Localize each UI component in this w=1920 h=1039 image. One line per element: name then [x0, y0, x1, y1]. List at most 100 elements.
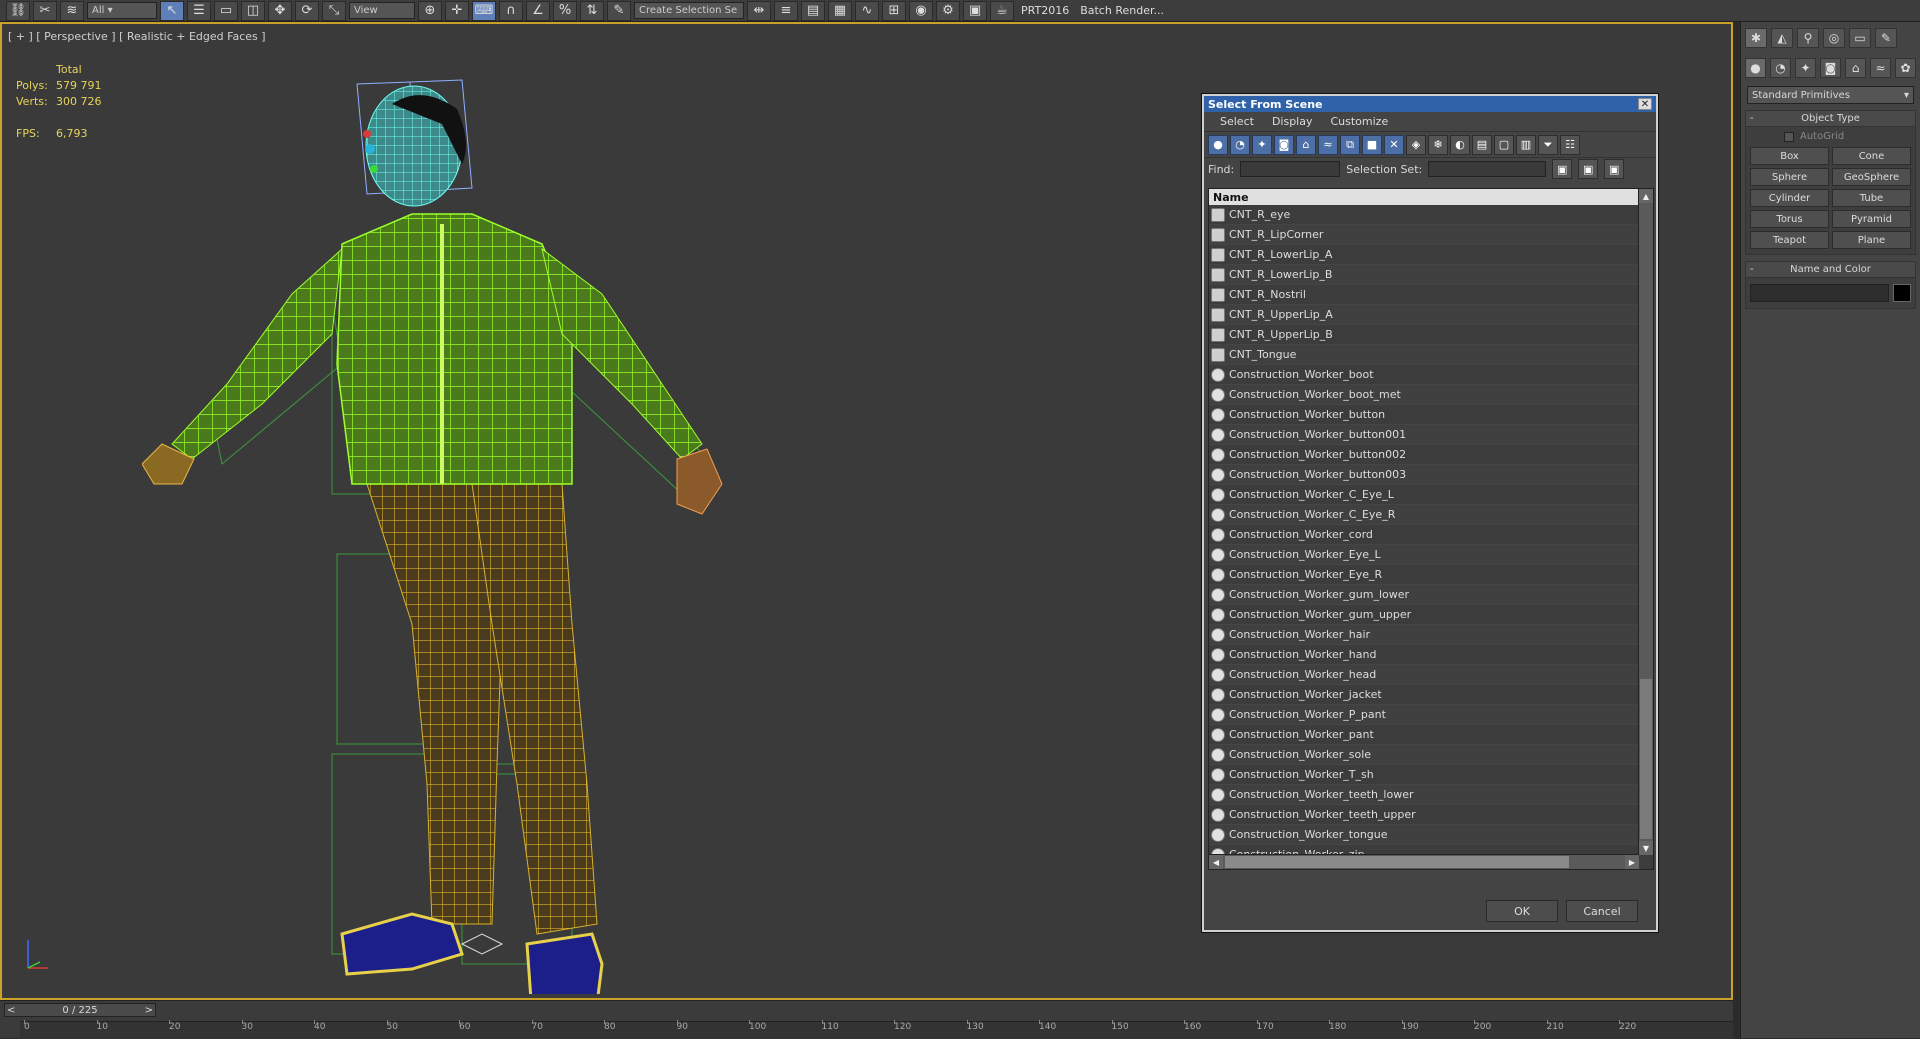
- plane-button[interactable]: Plane: [1832, 231, 1911, 249]
- horizontal-scrollbar[interactable]: ◀ ▶: [1209, 854, 1639, 869]
- list-item[interactable]: Construction_Worker_C_Eye_R: [1209, 505, 1639, 525]
- list-item[interactable]: CNT_R_UpperLip_B: [1209, 325, 1639, 345]
- list-item[interactable]: Construction_Worker_cord: [1209, 525, 1639, 545]
- sphere-button[interactable]: Sphere: [1750, 168, 1829, 186]
- cone-button[interactable]: Cone: [1832, 147, 1911, 165]
- display-bones-icon[interactable]: ✕: [1384, 134, 1404, 155]
- helpers-icon[interactable]: ⌂: [1845, 58, 1866, 78]
- list-item[interactable]: Construction_Worker_head: [1209, 665, 1639, 685]
- spinner-snap-icon[interactable]: ⇅: [580, 0, 604, 21]
- ribbon-icon[interactable]: ▦: [828, 0, 852, 21]
- list-item[interactable]: Construction_Worker_tongue: [1209, 825, 1639, 845]
- percent-snap-icon[interactable]: %: [553, 0, 577, 21]
- menu-customize[interactable]: Customize: [1330, 115, 1388, 128]
- object-category-dropdown[interactable]: Standard Primitives ▾: [1747, 86, 1914, 104]
- modify-tab-icon[interactable]: ◭: [1771, 28, 1793, 48]
- name-column-header[interactable]: Name: [1209, 189, 1639, 205]
- list-item[interactable]: Construction_Worker_sole: [1209, 745, 1639, 765]
- bind-space-warp-icon[interactable]: ≋: [60, 0, 84, 21]
- display-cameras-icon[interactable]: ◙: [1274, 134, 1294, 155]
- pyramid-button[interactable]: Pyramid: [1832, 210, 1911, 228]
- time-slider[interactable]: < 0 / 225 >: [4, 1003, 156, 1017]
- viewport-label[interactable]: [ + ] [ Perspective ] [ Realistic + Edge…: [8, 30, 266, 43]
- rect-selection-icon[interactable]: ▭: [214, 0, 238, 21]
- display-hidden-icon[interactable]: ◐: [1450, 134, 1470, 155]
- list-item[interactable]: Construction_Worker_button002: [1209, 445, 1639, 465]
- torus-button[interactable]: Torus: [1750, 210, 1829, 228]
- manipulate-icon[interactable]: ✛: [445, 0, 469, 21]
- pivot-icon[interactable]: ⊕: [418, 0, 442, 21]
- hierarchy-icon[interactable]: ☷: [1560, 134, 1580, 155]
- next-frame-icon[interactable]: >: [145, 1005, 153, 1016]
- display-xrefs-icon[interactable]: ■: [1362, 134, 1382, 155]
- list-item[interactable]: Construction_Worker_teeth_upper: [1209, 805, 1639, 825]
- select-none-icon[interactable]: ▢: [1494, 134, 1514, 155]
- rotate-icon[interactable]: ⟳: [295, 0, 319, 21]
- vertical-scroll-thumb[interactable]: [1640, 679, 1652, 839]
- align-icon[interactable]: ≡: [774, 0, 798, 21]
- list-item[interactable]: Construction_Worker_Eye_L: [1209, 545, 1639, 565]
- list-item[interactable]: Construction_Worker_button001: [1209, 425, 1639, 445]
- selection-set-edit-icon[interactable]: ▣: [1604, 159, 1625, 179]
- menu-display[interactable]: Display: [1272, 115, 1313, 128]
- list-item[interactable]: Construction_Worker_jacket: [1209, 685, 1639, 705]
- layer-icon[interactable]: ▤: [801, 0, 825, 21]
- list-item[interactable]: Construction_Worker_button: [1209, 405, 1639, 425]
- render-frame-icon[interactable]: ▣: [963, 0, 987, 21]
- list-item[interactable]: CNT_R_LipCorner: [1209, 225, 1639, 245]
- lights-icon[interactable]: ✦: [1795, 58, 1816, 78]
- hierarchy-tab-icon[interactable]: ⚲: [1797, 28, 1819, 48]
- list-item[interactable]: Construction_Worker_C_Eye_L: [1209, 485, 1639, 505]
- vertical-scrollbar[interactable]: ▲ ▼: [1638, 189, 1653, 855]
- utilities-tab-icon[interactable]: ✎: [1875, 28, 1897, 48]
- motion-tab-icon[interactable]: ◎: [1823, 28, 1845, 48]
- selection-set-remove-icon[interactable]: ▣: [1578, 159, 1599, 179]
- cancel-button[interactable]: Cancel: [1566, 900, 1638, 922]
- list-item[interactable]: CNT_R_LowerLip_B: [1209, 265, 1639, 285]
- scroll-up-icon[interactable]: ▲: [1639, 189, 1653, 203]
- object-type-header[interactable]: - Object Type: [1746, 111, 1915, 127]
- list-item[interactable]: Construction_Worker_gum_lower: [1209, 585, 1639, 605]
- link-icon[interactable]: ⛓: [6, 0, 30, 21]
- create-tab-icon[interactable]: ✱: [1745, 28, 1767, 48]
- list-item[interactable]: Construction_Worker_gum_upper: [1209, 605, 1639, 625]
- display-helpers-icon[interactable]: ⌂: [1296, 134, 1316, 155]
- selection-set-add-icon[interactable]: ▣: [1552, 159, 1573, 179]
- select-invert-icon[interactable]: ▥: [1516, 134, 1536, 155]
- render-setup-icon[interactable]: ⚙: [936, 0, 960, 21]
- display-groups-icon[interactable]: ⧉: [1340, 134, 1360, 155]
- selection-filter-combo[interactable]: All ▾: [87, 2, 157, 19]
- list-item[interactable]: Construction_Worker_P_pant: [1209, 705, 1639, 725]
- display-tab-icon[interactable]: ▭: [1849, 28, 1871, 48]
- autogrid-checkbox[interactable]: AutoGrid: [1746, 127, 1915, 144]
- list-item[interactable]: Construction_Worker_T_sh: [1209, 765, 1639, 785]
- object-color-swatch[interactable]: [1893, 284, 1911, 302]
- window-crossing-icon[interactable]: ◫: [241, 0, 265, 21]
- list-item[interactable]: Construction_Worker_button003: [1209, 465, 1639, 485]
- name-color-header[interactable]: - Name and Color: [1746, 262, 1915, 278]
- move-icon[interactable]: ✥: [268, 0, 292, 21]
- cameras-icon[interactable]: ◙: [1820, 58, 1841, 78]
- scale-icon[interactable]: ⤡: [322, 0, 346, 21]
- list-item[interactable]: Construction_Worker_Eye_R: [1209, 565, 1639, 585]
- object-name-input[interactable]: [1750, 284, 1889, 302]
- select-by-name-icon[interactable]: ☰: [187, 0, 211, 21]
- tube-button[interactable]: Tube: [1832, 189, 1911, 207]
- dialog-titlebar[interactable]: Select From Scene ✕: [1204, 96, 1656, 112]
- find-input[interactable]: [1240, 161, 1341, 177]
- select-object-icon[interactable]: ↖: [160, 0, 184, 21]
- reference-coord-combo[interactable]: View: [349, 2, 415, 19]
- construction-worker-model[interactable]: [142, 64, 742, 994]
- box-button[interactable]: Box: [1750, 147, 1829, 165]
- cylinder-button[interactable]: Cylinder: [1750, 189, 1829, 207]
- list-item[interactable]: Construction_Worker_hand: [1209, 645, 1639, 665]
- close-icon[interactable]: ✕: [1638, 98, 1652, 110]
- list-item[interactable]: Construction_Worker_teeth_lower: [1209, 785, 1639, 805]
- scroll-down-icon[interactable]: ▼: [1639, 841, 1653, 855]
- shapes-icon[interactable]: ◔: [1770, 58, 1791, 78]
- batch-render-label[interactable]: Batch Render...: [1076, 4, 1168, 17]
- list-item[interactable]: Construction_Worker_boot: [1209, 365, 1639, 385]
- select-all-icon[interactable]: ▤: [1472, 134, 1492, 155]
- list-item[interactable]: CNT_R_Nostril: [1209, 285, 1639, 305]
- keyboard-shortcut-icon[interactable]: ⌨: [472, 0, 496, 21]
